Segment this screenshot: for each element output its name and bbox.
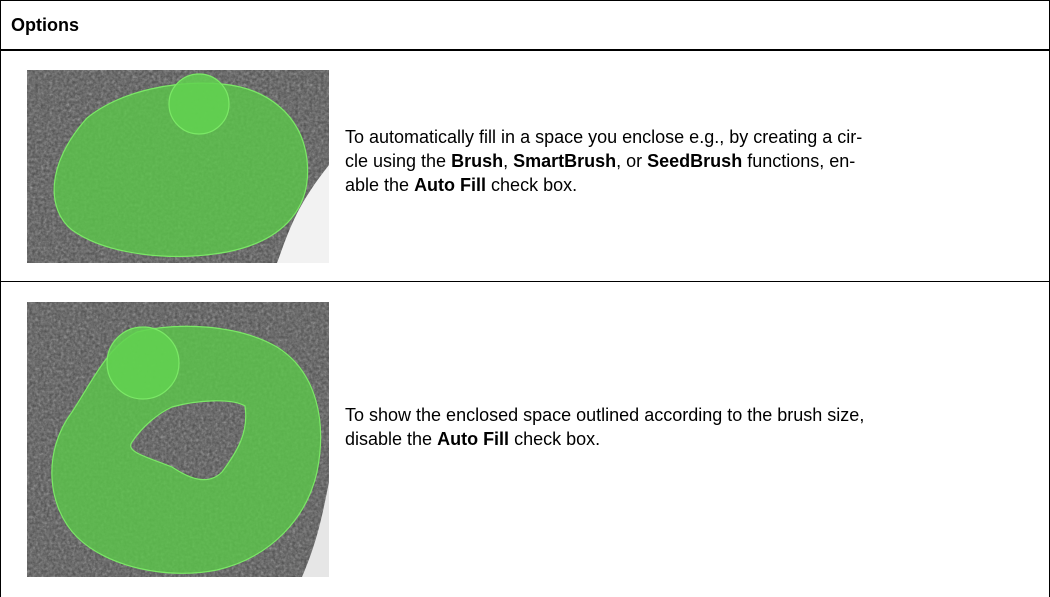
table-row: To show the enclosed space outlined acco… — [1, 282, 1049, 594]
table-row: To automatically fill in a space you enc… — [1, 51, 1049, 282]
table-header: Options — [1, 1, 1049, 51]
auto-fill-term: Auto Fill — [414, 175, 487, 195]
seedbrush-term: SeedBrush — [647, 151, 743, 171]
smartbrush-term: SmartBrush — [513, 151, 617, 171]
auto-fill-enabled-brush-image — [27, 70, 329, 263]
options-table: Options To automatically fill in a space… — [0, 0, 1050, 597]
row-description: To show the enclosed space outlined acco… — [345, 405, 865, 449]
row-description: To automatically fill in a space you enc… — [345, 127, 863, 195]
brush-term: Brush — [451, 151, 504, 171]
auto-fill-term: Auto Fill — [437, 429, 510, 449]
header-title: Options — [11, 14, 79, 35]
auto-fill-disabled-brush-image — [27, 302, 329, 577]
